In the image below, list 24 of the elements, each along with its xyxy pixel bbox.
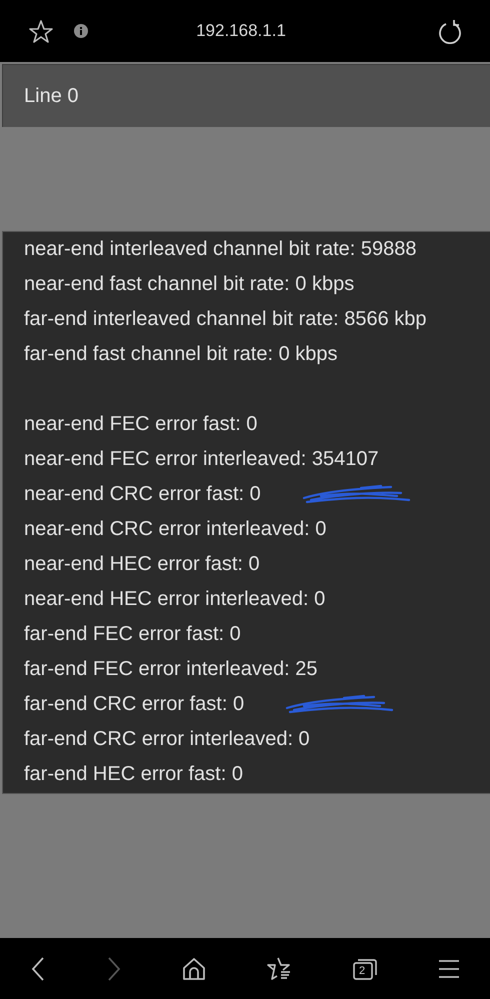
- section-header[interactable]: Line 0: [2, 64, 490, 127]
- stat-line: near-end HEC error interleaved: 0: [24, 588, 326, 611]
- stat-line: near-end FEC error interleaved: 354107: [24, 448, 379, 471]
- stat-line: near-end FEC error fast: 0: [24, 413, 258, 436]
- stat-line: far-end FEC error interleaved: 25: [24, 658, 318, 681]
- stat-line: near-end CRC error interleaved: 0: [24, 518, 326, 541]
- bookmarks-button[interactable]: [266, 956, 292, 982]
- stat-line: near-end HEC error fast: 0: [24, 553, 260, 576]
- info-icon[interactable]: [74, 24, 88, 38]
- stat-line: near-end CRC error fast: 0: [24, 483, 261, 506]
- stat-line: near-end fast channel bit rate: 0 kbps: [24, 273, 354, 296]
- stat-line: far-end HEC error fast: 0: [24, 763, 243, 786]
- address-bar[interactable]: 192.168.1.1: [196, 21, 286, 41]
- stat-line: far-end CRC error interleaved: 0: [24, 728, 310, 751]
- star-icon[interactable]: [28, 18, 54, 44]
- back-button[interactable]: [30, 956, 46, 982]
- stat-line: far-end fast channel bit rate: 0 kbps: [24, 343, 338, 366]
- menu-button[interactable]: [438, 958, 460, 978]
- stat-line: far-end interleaved channel bit rate: 8566 kbp: [24, 308, 426, 331]
- stat-line: near-end interleaved channel bit rate: 59888: [24, 238, 416, 261]
- reload-icon[interactable]: [438, 18, 462, 44]
- stat-line: far-end CRC error fast: 0: [24, 693, 244, 716]
- stat-line: far-end FEC error fast: 0: [24, 623, 241, 646]
- home-button[interactable]: [182, 956, 206, 980]
